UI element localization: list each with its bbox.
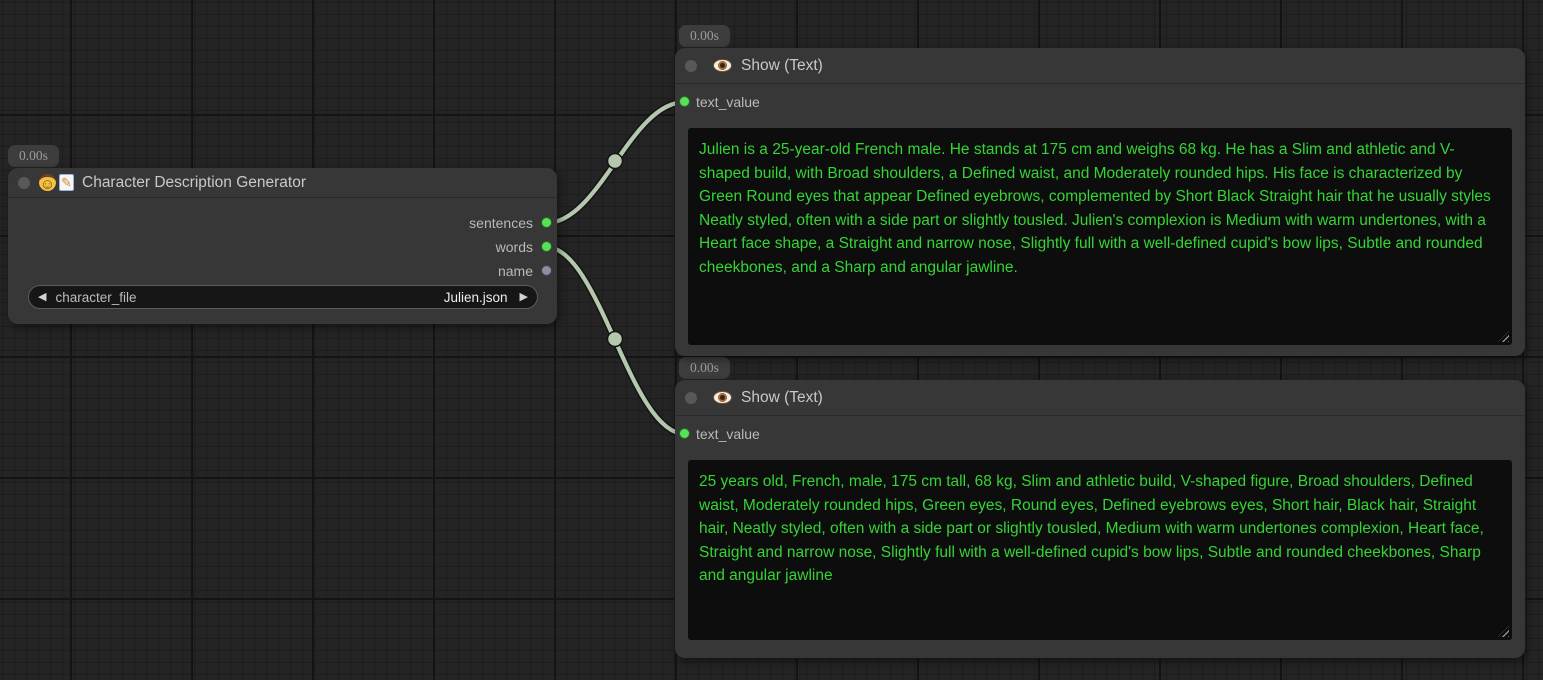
collapse-dot-icon[interactable] — [18, 177, 30, 189]
collapse-dot-icon[interactable] — [685, 60, 697, 72]
execution-time-badge: 0.00s — [679, 357, 730, 379]
eye-icon — [713, 391, 732, 404]
input-slot-text-value[interactable] — [679, 428, 690, 439]
show-text-output-2[interactable]: 25 years old, French, male, 175 cm tall,… — [688, 460, 1512, 640]
prev-arrow-icon[interactable]: ◀ — [38, 292, 46, 303]
input-row-text-value: text_value — [675, 416, 1525, 452]
output-label: sentences — [469, 215, 533, 231]
text-display-area: 25 years old, French, male, 175 cm tall,… — [688, 460, 1512, 640]
node-title: Show (Text) — [741, 389, 823, 407]
node-body: sentences words name — [8, 198, 557, 283]
execution-time-badge: 0.00s — [8, 145, 59, 167]
node-graph-canvas[interactable]: 0.00s 0.00s 0.00s ☺ ✎ Character Descript… — [0, 0, 1543, 680]
input-slot-text-value[interactable] — [679, 96, 690, 107]
input-label: text_value — [696, 94, 760, 110]
output-row-words: words — [8, 235, 557, 259]
node-character-description-generator[interactable]: ☺ ✎ Character Description Generator sent… — [8, 168, 557, 324]
node-title: Show (Text) — [741, 57, 823, 75]
node-header[interactable]: Show (Text) — [675, 48, 1525, 84]
input-row-text-value: text_value — [675, 84, 1525, 120]
next-arrow-icon[interactable]: ▶ — [520, 292, 528, 303]
node-title: Character Description Generator — [82, 174, 306, 192]
text-display-area: Julien is a 25-year-old French male. He … — [688, 128, 1512, 345]
node-header[interactable]: ☺ ✎ Character Description Generator — [8, 168, 557, 198]
link-midpoint-dot — [608, 154, 623, 169]
output-slot-sentences[interactable] — [541, 217, 552, 228]
output-label: words — [496, 239, 533, 255]
link-midpoint-dot — [608, 332, 623, 347]
eye-icon — [713, 59, 732, 72]
output-row-sentences: sentences — [8, 211, 557, 235]
output-row-name: name — [8, 259, 557, 283]
output-label: name — [498, 263, 533, 279]
collapse-dot-icon[interactable] — [685, 392, 697, 404]
wire-sentences-to-show1 — [546, 102, 685, 223]
output-slot-name[interactable] — [541, 265, 552, 276]
memo-icon: ✎ — [59, 174, 74, 191]
show-text-output-1[interactable]: Julien is a 25-year-old French male. He … — [688, 128, 1512, 345]
node-show-text-2[interactable]: Show (Text) text_value 25 years old, Fre… — [675, 380, 1525, 658]
widget-value[interactable]: Julien.json — [444, 290, 508, 305]
node-show-text-1[interactable]: Show (Text) text_value Julien is a 25-ye… — [675, 48, 1525, 356]
input-label: text_value — [696, 426, 760, 442]
output-slot-words[interactable] — [541, 241, 552, 252]
widget-label: character_file — [55, 290, 136, 305]
person-icon: ☺ — [39, 174, 56, 191]
wire-words-to-show2 — [546, 247, 685, 434]
execution-time-badge: 0.00s — [679, 25, 730, 47]
node-header[interactable]: Show (Text) — [675, 380, 1525, 416]
character-file-combo-widget[interactable]: ◀ character_file Julien.json ▶ — [28, 285, 538, 309]
